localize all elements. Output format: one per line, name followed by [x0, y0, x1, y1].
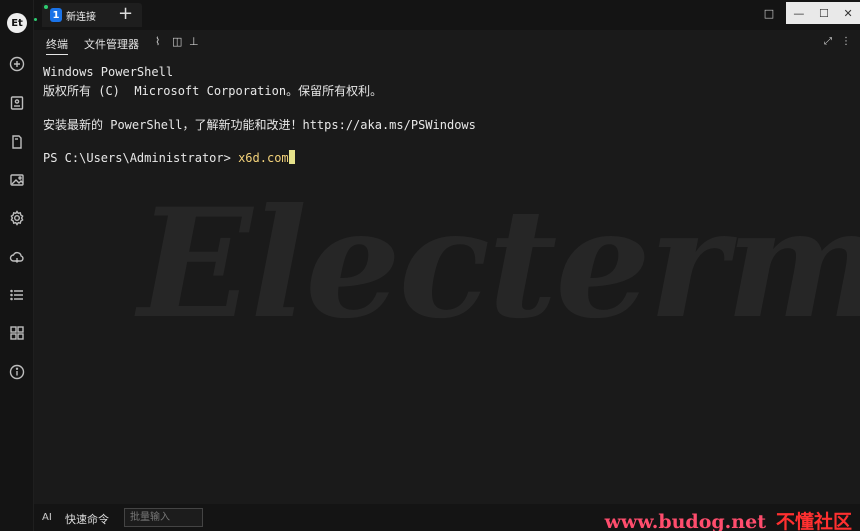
maximize-button[interactable]: ☐	[819, 7, 829, 20]
terminal-cursor	[288, 150, 295, 164]
electerm-watermark: Electerm	[138, 176, 860, 352]
site-label: 不懂社区	[775, 511, 852, 531]
window-buttons: — ☐ ✕	[786, 2, 860, 24]
plus-circle-icon[interactable]	[8, 55, 26, 73]
tab-file-manager[interactable]: 文件管理器	[84, 36, 139, 52]
cloud-sync-icon[interactable]	[8, 248, 26, 266]
electerm-logo[interactable]: Et	[7, 13, 27, 33]
status-dot	[34, 18, 37, 21]
paperclip-icon[interactable]: ⌇	[155, 35, 160, 48]
sitemap-icon[interactable]: ⊥	[189, 35, 199, 48]
ai-button[interactable]: AI	[42, 512, 52, 523]
image-icon[interactable]	[8, 171, 26, 189]
bookmarks-icon[interactable]	[8, 94, 26, 112]
split-view-icon[interactable]: ◫	[172, 35, 182, 48]
tab-bar: 1 新连接 + □ — ☐ ✕	[34, 0, 860, 30]
terminal-line: 版权所有 (C) Microsoft Corporation。保留所有权利。	[43, 84, 383, 98]
session-toolbar: 终端 文件管理器 ⌇ ◫ ⊥ ⤢ ⋮	[34, 30, 860, 56]
close-button[interactable]: ✕	[843, 7, 852, 20]
fullscreen-icon[interactable]: ⤢	[824, 36, 832, 47]
info-icon[interactable]	[8, 363, 26, 381]
terminal-command: x6d.com	[238, 151, 289, 165]
quick-commands-button[interactable]: 快速命令	[65, 511, 109, 527]
terminal-line: 安装最新的 PowerShell，了解新功能和改进！https://aka.ms…	[43, 118, 476, 132]
batch-input-field[interactable]	[124, 508, 203, 527]
apps-grid-icon[interactable]	[8, 324, 26, 342]
terminal-prompt-line: PS C:\Users\Administrator> x6d.com	[43, 150, 295, 165]
tab-terminal[interactable]: 终端	[46, 36, 68, 55]
tab-number-badge: 1	[50, 8, 62, 22]
terminal-line: Windows PowerShell	[43, 65, 174, 79]
settings-icon[interactable]	[8, 209, 26, 227]
menu-dots-icon[interactable]: ⋮	[841, 36, 851, 47]
list-icon[interactable]	[8, 286, 26, 304]
site-watermark: www.budog.net 不懂社区	[605, 507, 852, 531]
terminal-prompt: PS C:\Users\Administrator>	[43, 151, 239, 165]
sidebar: Et	[0, 0, 34, 531]
site-url: www.budog.net	[604, 511, 766, 531]
bottom-bar: AI 快速命令 www.budog.net 不懂社区	[34, 504, 860, 531]
terminal[interactable]: Electerm Windows PowerShell 版权所有 (C) Mic…	[34, 56, 860, 504]
layout-icon[interactable]: □	[758, 1, 780, 25]
window-controls: □ — ☐ ✕	[758, 0, 860, 26]
minimize-button[interactable]: —	[793, 7, 804, 20]
tab-title: 新连接	[66, 11, 96, 23]
file-icon[interactable]	[8, 133, 26, 151]
tab-status-dot	[44, 5, 48, 9]
add-tab-button[interactable]: +	[118, 5, 133, 23]
